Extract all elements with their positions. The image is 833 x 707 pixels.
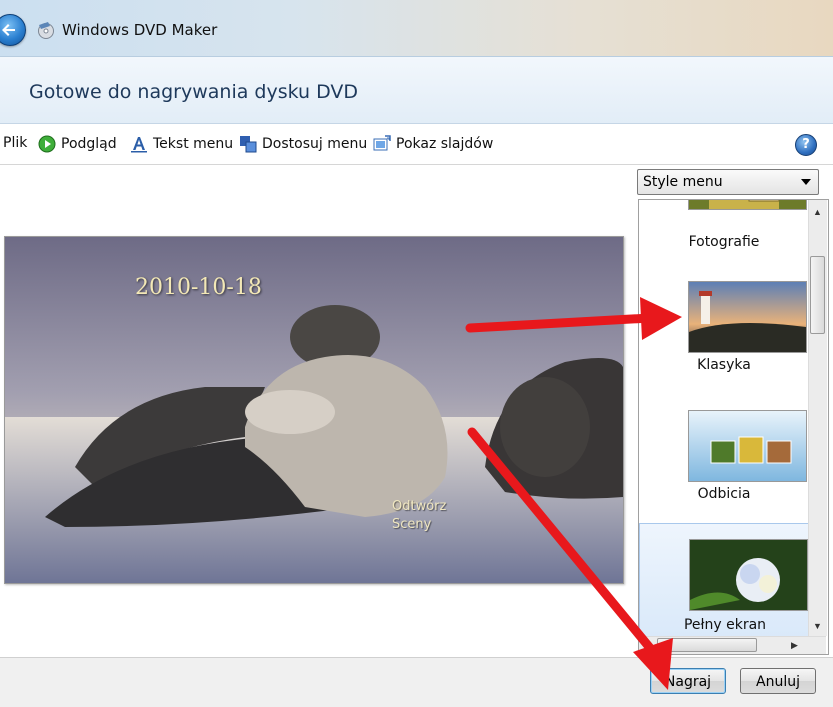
style-label-klasyka: Klasyka [697, 357, 751, 373]
back-arrow-icon[interactable] [0, 14, 26, 46]
toolbar-slideshow[interactable]: Pokaz slajdów [373, 135, 493, 153]
title-bar: Windows DVD Maker [0, 0, 833, 56]
style-item-klasyka[interactable]: Klasyka [639, 266, 809, 390]
toolbar-customize-menu[interactable]: Dostosuj menu [239, 135, 367, 153]
style-thumbnail-fotografie [688, 200, 807, 210]
toolbar: Plik Podgląd Tekst menu Dostosuj menu Po… [0, 124, 833, 165]
bottom-bar: Nagraj Anuluj [0, 657, 833, 707]
style-label-odbicia: Odbicia [697, 486, 751, 502]
toolbar-file-label: Plik [3, 135, 28, 151]
main-area: 2010-10-18 Odtwórz Sceny Style menu Foto… [0, 165, 833, 657]
style-label-pelny-ekran: Pełny ekran [683, 617, 767, 633]
style-list-vertical-scrollbar[interactable]: ▲ ▼ [808, 200, 827, 636]
burn-button[interactable]: Nagraj [650, 668, 726, 694]
toolbar-customize-menu-label: Dostosuj menu [262, 136, 368, 152]
toolbar-file[interactable]: Plik [3, 135, 27, 151]
toolbar-slideshow-label: Pokaz slajdów [396, 136, 494, 152]
scroll-right-icon[interactable]: ▶ [791, 640, 798, 650]
page-title: Gotowe do nagrywania dysku DVD [29, 81, 359, 103]
vertical-scroll-thumb[interactable] [810, 256, 825, 334]
slideshow-icon [373, 135, 391, 153]
menu-date-text: 2010-10-18 [135, 275, 262, 300]
style-item-odbicia[interactable]: Odbicia [639, 395, 809, 519]
style-item-fotografie[interactable]: Fotografie [639, 200, 809, 262]
scroll-left-icon[interactable]: ◀ [644, 640, 651, 650]
horizontal-scroll-thumb[interactable] [657, 638, 757, 652]
customize-icon [239, 135, 257, 153]
scroll-up-icon[interactable]: ▲ [813, 207, 822, 217]
menu-style-dropdown[interactable]: Style menu [637, 169, 819, 195]
style-item-pelny-ekran[interactable]: Pełny ekran [639, 523, 809, 647]
style-label-fotografie: Fotografie [688, 234, 760, 250]
style-list-horizontal-scrollbar[interactable]: ◀ ▶ [639, 636, 826, 654]
chevron-down-icon [801, 179, 811, 185]
text-icon [130, 135, 148, 153]
window-title: Windows DVD Maker [62, 21, 218, 39]
menu-style-list: Fotografie Klasyka Odbicia Pełny ekran ▲… [638, 199, 829, 655]
seals-photo [5, 237, 623, 583]
menu-preview: 2010-10-18 Odtwórz Sceny [4, 236, 624, 584]
toolbar-preview[interactable]: Podgląd [38, 135, 117, 153]
menu-play-link[interactable]: Odtwórz [392, 499, 446, 514]
style-thumbnail-klasyka [688, 281, 807, 353]
style-thumbnail-pelny-ekran [689, 539, 808, 611]
dvd-maker-icon [36, 20, 56, 40]
scroll-down-icon[interactable]: ▼ [813, 621, 822, 631]
style-thumbnail-odbicia [688, 410, 807, 482]
menu-style-value: Style menu [643, 174, 723, 190]
menu-scenes-link[interactable]: Sceny [392, 517, 431, 532]
play-icon [38, 135, 56, 153]
cancel-button[interactable]: Anuluj [740, 668, 816, 694]
help-icon[interactable]: ? [795, 134, 817, 156]
toolbar-menu-text-label: Tekst menu [153, 136, 234, 152]
toolbar-preview-label: Podgląd [61, 136, 117, 152]
toolbar-menu-text[interactable]: Tekst menu [130, 135, 233, 153]
page-header: Gotowe do nagrywania dysku DVD [0, 56, 833, 124]
